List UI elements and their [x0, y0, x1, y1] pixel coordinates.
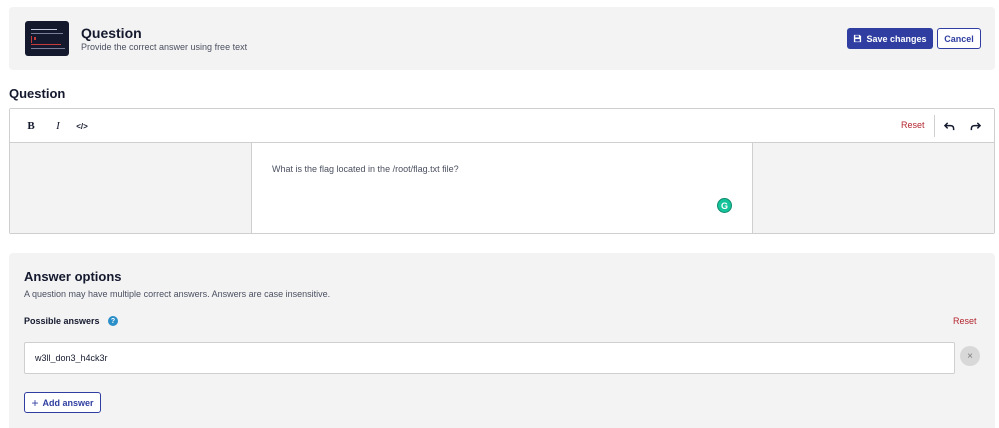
cancel-button[interactable]: Cancel [937, 28, 981, 49]
answer-input[interactable] [24, 342, 955, 374]
remove-answer-icon[interactable]: × [960, 346, 980, 366]
possible-answers-label: Possible answers [24, 316, 100, 326]
question-editor: B I </> Reset What is the flag located i… [9, 108, 995, 234]
bold-icon[interactable]: B [23, 118, 39, 134]
toolbar-divider [934, 115, 935, 137]
plus-icon: + [31, 395, 39, 410]
redo-icon[interactable] [967, 118, 983, 134]
editor-left-gutter [10, 143, 252, 233]
save-changes-label: Save changes [866, 33, 927, 44]
question-section-title: Question [9, 86, 66, 101]
answers-reset-link[interactable]: Reset [953, 316, 977, 326]
page-title: Question [81, 25, 142, 41]
editor-toolbar: B I </> Reset [10, 109, 994, 143]
save-changes-button[interactable]: Save changes [847, 28, 933, 49]
grammarly-icon[interactable]: G [717, 198, 732, 213]
save-icon [854, 34, 862, 43]
editor-reset-link[interactable]: Reset [901, 120, 925, 130]
help-icon[interactable]: ? [108, 316, 118, 326]
page-subtitle: Provide the correct answer using free te… [81, 42, 248, 52]
question-text[interactable]: What is the flag located in the /root/fl… [272, 164, 459, 174]
italic-icon[interactable]: I [50, 118, 66, 134]
question-type-thumbnail [25, 21, 69, 56]
page-header: Question Provide the correct answer usin… [9, 7, 995, 70]
add-answer-button[interactable]: + Add answer [24, 392, 101, 413]
code-icon[interactable]: </> [74, 118, 90, 134]
add-answer-label: Add answer [42, 397, 94, 408]
undo-icon[interactable] [941, 118, 957, 134]
answer-options-description: A question may have multiple correct ans… [24, 289, 331, 299]
editor-right-gutter [752, 143, 994, 233]
answer-options-title: Answer options [24, 269, 122, 284]
answer-options-panel: Answer options A question may have multi… [9, 253, 995, 428]
